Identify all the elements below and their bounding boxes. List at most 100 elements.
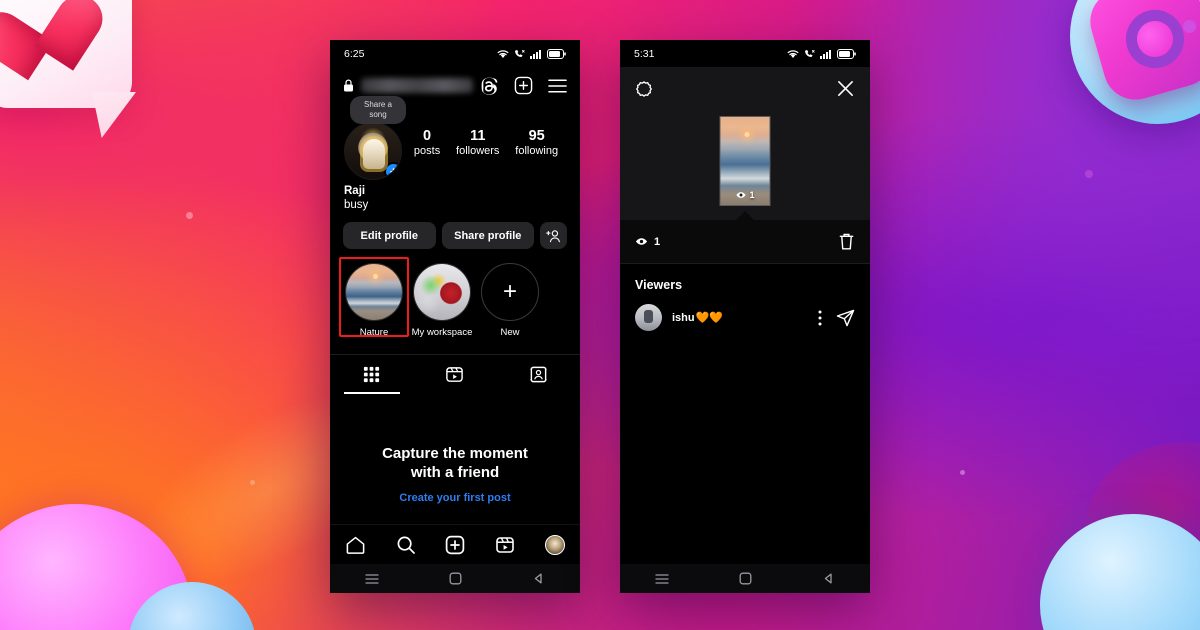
following-count: 95 <box>528 128 545 144</box>
add-highlight-icon[interactable]: + <box>481 263 539 321</box>
wifi-icon <box>787 49 799 58</box>
viewers-section-title: Viewers <box>635 278 683 292</box>
bottom-navigation <box>330 524 580 564</box>
stat-posts[interactable]: 0 posts <box>414 128 440 158</box>
viewer-count[interactable]: 1 <box>635 236 660 248</box>
recents-icon[interactable] <box>365 573 379 585</box>
send-icon[interactable] <box>836 309 855 327</box>
followers-count: 11 <box>470 128 486 144</box>
story-highlights: Nature My workspace + New <box>330 249 580 338</box>
highlight-label: Nature <box>359 327 389 338</box>
highlight-nature[interactable]: Nature <box>339 257 409 338</box>
empty-title-line1: Capture the moment <box>382 445 528 462</box>
add-icon[interactable] <box>445 535 465 555</box>
threads-icon[interactable] <box>481 77 499 95</box>
viewer-list-item[interactable]: ishu 🧡🧡 <box>620 298 870 337</box>
header-actions <box>481 76 567 95</box>
pink-sphere <box>0 504 192 630</box>
profile-bio: busy <box>344 199 369 211</box>
status-bar: 5:31 <box>620 40 870 67</box>
stat-following[interactable]: 95 following <box>515 128 558 158</box>
eye-icon <box>736 192 746 198</box>
sparkle-dot <box>186 212 193 219</box>
status-time: 5:31 <box>634 47 655 60</box>
sparkle-dot <box>250 480 255 485</box>
instagram-flash-dot-icon <box>1183 20 1196 33</box>
story-settings-icon[interactable] <box>635 80 653 98</box>
trash-icon[interactable] <box>838 232 855 251</box>
share-profile-button[interactable]: Share profile <box>441 222 534 249</box>
android-system-nav <box>620 564 870 593</box>
instagram-logo-halo <box>1070 0 1200 124</box>
story-top-bar <box>620 67 870 98</box>
phone-left-profile-screen: 6:25 Share a song + 0 posts 11 followers… <box>330 40 580 593</box>
following-label: following <box>515 145 559 157</box>
cellular-icon <box>820 49 831 59</box>
reels-icon[interactable] <box>495 535 515 555</box>
avatar[interactable]: + <box>344 122 402 180</box>
back-icon[interactable] <box>532 572 545 585</box>
reels-icon <box>446 367 464 382</box>
signal-call-icon <box>515 49 525 57</box>
more-vertical-icon[interactable] <box>818 310 822 326</box>
posts-count: 0 <box>423 128 432 144</box>
viewer-username: ishu <box>672 311 695 324</box>
empty-state-title: Capture the moment with a friend <box>350 444 560 482</box>
magenta-glow <box>1086 442 1200 612</box>
home-icon[interactable] <box>449 572 462 585</box>
back-icon[interactable] <box>822 572 835 585</box>
add-person-button[interactable] <box>540 222 567 249</box>
story-actions-row: 1 <box>620 220 870 264</box>
avatar-area[interactable]: Share a song + <box>344 96 406 180</box>
stat-followers[interactable]: 11 followers <box>456 128 499 158</box>
wifi-icon <box>497 49 509 58</box>
followers-label: followers <box>456 145 500 157</box>
heart-speech-bubble <box>0 0 132 108</box>
phone-right-story-viewers-screen: 5:31 1 1 Viewers ishu 🧡🧡 <box>620 40 870 593</box>
battery-icon <box>547 48 566 59</box>
story-thumbnail[interactable]: 1 <box>719 116 771 206</box>
username-blurred <box>361 78 473 93</box>
home-icon[interactable] <box>345 535 366 555</box>
tab-tagged[interactable] <box>497 355 580 394</box>
speech-bubble-tail <box>92 92 136 138</box>
viewer-actions <box>818 309 855 327</box>
highlight-thumb-workspace[interactable] <box>413 263 471 321</box>
cellular-icon <box>530 49 541 59</box>
create-first-post-link[interactable]: Create your first post <box>350 492 560 504</box>
home-icon[interactable] <box>739 572 752 585</box>
highlight-label: My workspace <box>411 327 473 338</box>
viewer-name-area: ishu 🧡🧡 <box>672 311 808 325</box>
new-post-icon[interactable] <box>514 76 533 95</box>
share-song-pill[interactable]: Share a song <box>350 96 406 124</box>
status-icons <box>787 48 856 59</box>
story-view-count: 1 <box>721 190 770 200</box>
profile-name: Raji <box>344 185 366 197</box>
lock-icon <box>344 79 353 92</box>
highlight-label: New <box>500 327 520 338</box>
android-system-nav <box>330 564 580 593</box>
instagram-lens-icon <box>1119 3 1191 75</box>
heart-icon <box>0 0 96 100</box>
viewer-count-value: 1 <box>654 235 661 248</box>
recents-icon[interactable] <box>655 573 669 585</box>
tab-grid[interactable] <box>330 355 413 394</box>
edit-profile-button[interactable]: Edit profile <box>343 222 436 249</box>
menu-icon[interactable] <box>548 78 567 94</box>
highlight-thumb-nature[interactable] <box>345 263 403 321</box>
highlight-my-workspace[interactable]: My workspace <box>411 263 473 338</box>
close-icon[interactable] <box>836 79 855 98</box>
instagram-camera-icon <box>1082 0 1200 108</box>
add-story-badge[interactable]: + <box>384 162 401 179</box>
battery-icon <box>837 48 856 59</box>
viewer-avatar[interactable] <box>635 304 662 331</box>
add-person-icon <box>546 229 560 242</box>
viewer-emoji: 🧡🧡 <box>695 312 724 324</box>
username-area[interactable] <box>343 78 473 93</box>
profile-avatar-nav[interactable] <box>545 534 566 555</box>
tab-reels[interactable] <box>413 355 496 394</box>
tab-indicator <box>510 392 566 394</box>
tab-indicator <box>343 392 400 394</box>
search-icon[interactable] <box>396 535 416 555</box>
highlight-new[interactable]: + New <box>479 263 541 338</box>
